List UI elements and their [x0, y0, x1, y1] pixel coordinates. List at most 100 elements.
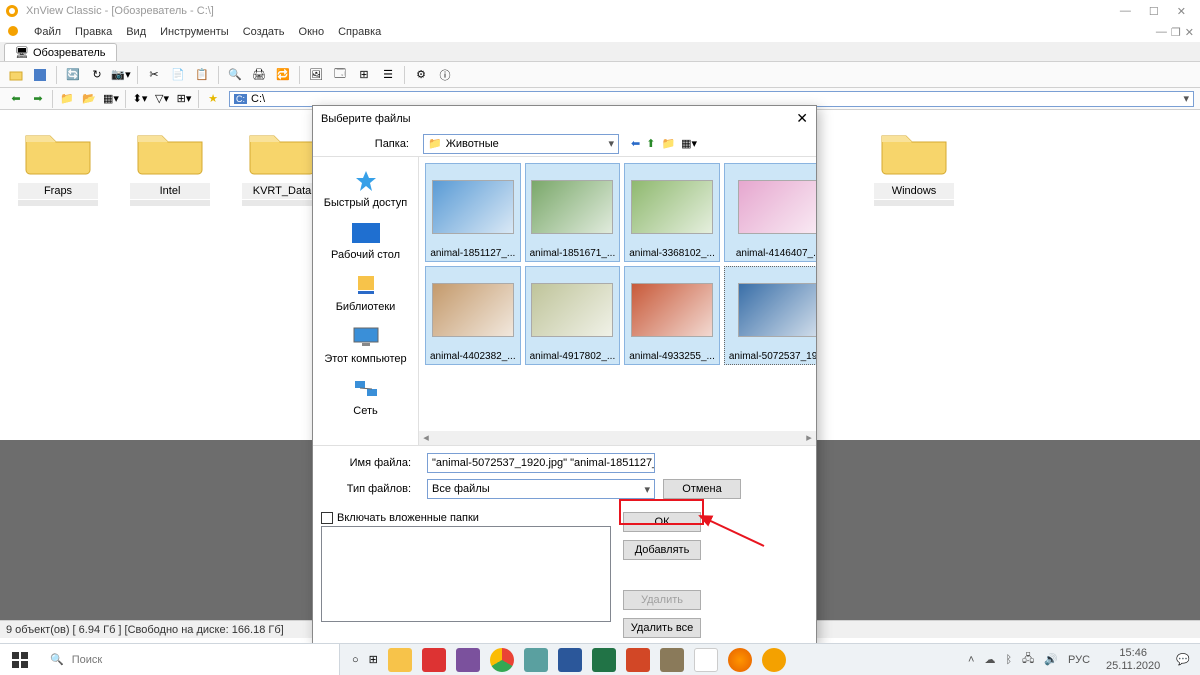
- menu-view[interactable]: Вид: [126, 26, 146, 38]
- new-folder-icon[interactable]: 📁: [661, 137, 675, 150]
- slideshow-icon[interactable]: 🖼: [306, 65, 326, 85]
- acquire-icon[interactable]: 📷▾: [111, 65, 131, 85]
- copy-icon[interactable]: 📄: [168, 65, 188, 85]
- nav-filter-icon[interactable]: ▽▾: [152, 89, 172, 109]
- app-excel-icon[interactable]: [592, 648, 616, 672]
- mdi-restore-button[interactable]: ❐: [1171, 26, 1181, 39]
- list-icon[interactable]: ☰: [378, 65, 398, 85]
- place-this-pc[interactable]: Этот компьютер: [313, 319, 418, 369]
- grid-icon[interactable]: ⊞: [354, 65, 374, 85]
- nav-views-icon[interactable]: ▦▾: [101, 89, 121, 109]
- cut-icon[interactable]: ✂: [144, 65, 164, 85]
- tray-language[interactable]: РУС: [1068, 654, 1090, 666]
- cortana-icon[interactable]: ○: [352, 654, 359, 666]
- file-thumbnail[interactable]: animal-4917802_...: [525, 266, 621, 365]
- mdi-close-button[interactable]: ✕: [1185, 26, 1194, 39]
- folder-item[interactable]: Intel: [130, 124, 210, 206]
- view-menu-icon[interactable]: ▦▾: [681, 137, 697, 150]
- place-libraries[interactable]: Библиотеки: [313, 267, 418, 317]
- horizontal-scrollbar[interactable]: ◂ ▸: [419, 431, 816, 445]
- scroll-right-icon[interactable]: ▸: [802, 431, 816, 445]
- app-gimp-icon[interactable]: [660, 648, 684, 672]
- place-quick-access[interactable]: Быстрый доступ: [313, 163, 418, 213]
- app-xnview-icon[interactable]: [762, 648, 786, 672]
- app-word-icon[interactable]: [558, 648, 582, 672]
- open-icon[interactable]: [6, 65, 26, 85]
- app-calculator-icon[interactable]: [524, 648, 548, 672]
- file-thumbnail[interactable]: animal-5072537_1920: [724, 266, 816, 365]
- tray-network-icon[interactable]: 🖧: [1022, 650, 1034, 669]
- tray-onedrive-icon[interactable]: ☁: [984, 653, 995, 666]
- app-explorer-icon[interactable]: [388, 648, 412, 672]
- task-view-icon[interactable]: ⊞: [369, 653, 378, 666]
- about-icon[interactable]: ⓘ: [435, 65, 455, 85]
- tray-volume-icon[interactable]: 🔊: [1044, 653, 1058, 666]
- app-viber-icon[interactable]: [456, 648, 480, 672]
- file-thumbnail[interactable]: animal-1851127_...: [425, 163, 521, 262]
- filename-input[interactable]: "animal-5072537_1920.jpg" "animal-185112…: [427, 453, 655, 473]
- refresh-icon[interactable]: 🔄: [63, 65, 83, 85]
- add-button[interactable]: Добавлять: [623, 540, 701, 560]
- nav-back-icon[interactable]: ⬅: [6, 89, 26, 109]
- convert-icon[interactable]: 🔁: [273, 65, 293, 85]
- scroll-left-icon[interactable]: ◂: [419, 431, 433, 445]
- app-ccleaner-icon[interactable]: [422, 648, 446, 672]
- tray-bluetooth-icon[interactable]: ᛒ: [1005, 654, 1012, 666]
- folder-combo[interactable]: 📁 Животные ▾: [423, 134, 619, 154]
- app-powerpoint-icon[interactable]: [626, 648, 650, 672]
- menu-file[interactable]: Файл: [34, 26, 61, 38]
- start-button[interactable]: [0, 644, 40, 675]
- menu-create[interactable]: Создать: [243, 26, 285, 38]
- place-desktop[interactable]: Рабочий стол: [313, 215, 418, 265]
- file-thumbnail[interactable]: animal-3368102_...: [624, 163, 720, 262]
- app-firefox-icon[interactable]: [728, 648, 752, 672]
- filetype-combo[interactable]: Все файлы ▾: [427, 479, 655, 499]
- search-icon[interactable]: 🔍: [225, 65, 245, 85]
- nav-fav-icon[interactable]: ★: [203, 89, 223, 109]
- folder-item[interactable]: Fraps: [18, 124, 98, 206]
- tray-clock[interactable]: 15:46 25.11.2020: [1100, 647, 1166, 671]
- options-icon[interactable]: ⚙: [411, 65, 431, 85]
- menu-help[interactable]: Справка: [338, 26, 381, 38]
- close-button[interactable]: ✕: [1177, 5, 1186, 18]
- menu-window[interactable]: Окно: [299, 26, 325, 38]
- nav-layout-icon[interactable]: ⊞▾: [174, 89, 194, 109]
- go-back-icon[interactable]: ⬅: [631, 137, 640, 150]
- folder-item[interactable]: KVRT_Data: [242, 124, 322, 206]
- thumbs-icon[interactable]: 🗔: [330, 65, 350, 85]
- minimize-button[interactable]: —: [1120, 5, 1131, 18]
- reload-icon[interactable]: ↻: [87, 65, 107, 85]
- folder-item[interactable]: Windows: [874, 124, 954, 206]
- place-network[interactable]: Сеть: [313, 371, 418, 421]
- ok-button[interactable]: ОК: [623, 512, 701, 532]
- menu-tools[interactable]: Инструменты: [160, 26, 229, 38]
- print-icon[interactable]: 🖨: [249, 65, 269, 85]
- dialog-close-button[interactable]: ✕: [796, 110, 808, 127]
- remove-button[interactable]: Удалить: [623, 590, 701, 610]
- nav-up-icon[interactable]: 📁: [57, 89, 77, 109]
- maximize-button[interactable]: ☐: [1149, 5, 1159, 18]
- tab-browser[interactable]: 🖥 Обозреватель: [4, 43, 117, 61]
- cancel-button[interactable]: Отмена: [663, 479, 741, 499]
- file-thumbnail[interactable]: animal-4402382_...: [425, 266, 521, 365]
- mdi-minimize-button[interactable]: —: [1156, 26, 1167, 39]
- app-chrome-icon[interactable]: [490, 648, 514, 672]
- file-thumbnail[interactable]: animal-4146407_...: [724, 163, 816, 262]
- nav-newfolder-icon[interactable]: 📂: [79, 89, 99, 109]
- selected-files-listbox[interactable]: [321, 526, 611, 622]
- taskbar-search[interactable]: 🔍 Поиск: [40, 644, 340, 675]
- address-dropdown-icon[interactable]: ▾: [1183, 92, 1189, 105]
- nav-forward-icon[interactable]: ➡: [28, 89, 48, 109]
- go-up-icon[interactable]: ⬆: [646, 137, 655, 150]
- tray-notifications-icon[interactable]: 💬: [1176, 653, 1190, 666]
- file-thumbnail[interactable]: animal-4933255_...: [624, 266, 720, 365]
- file-list[interactable]: animal-1851127_...animal-1851671_...anim…: [419, 157, 816, 445]
- menu-edit[interactable]: Правка: [75, 26, 112, 38]
- nav-sort-icon[interactable]: ⬍▾: [130, 89, 150, 109]
- file-thumbnail[interactable]: animal-1851671_...: [525, 163, 621, 262]
- include-subfolders-checkbox[interactable]: [321, 512, 333, 524]
- tray-expand-icon[interactable]: ˄: [968, 654, 974, 666]
- remove-all-button[interactable]: Удалить все: [623, 618, 701, 638]
- app-pdf24-icon[interactable]: [694, 648, 718, 672]
- paste-icon[interactable]: 📋: [192, 65, 212, 85]
